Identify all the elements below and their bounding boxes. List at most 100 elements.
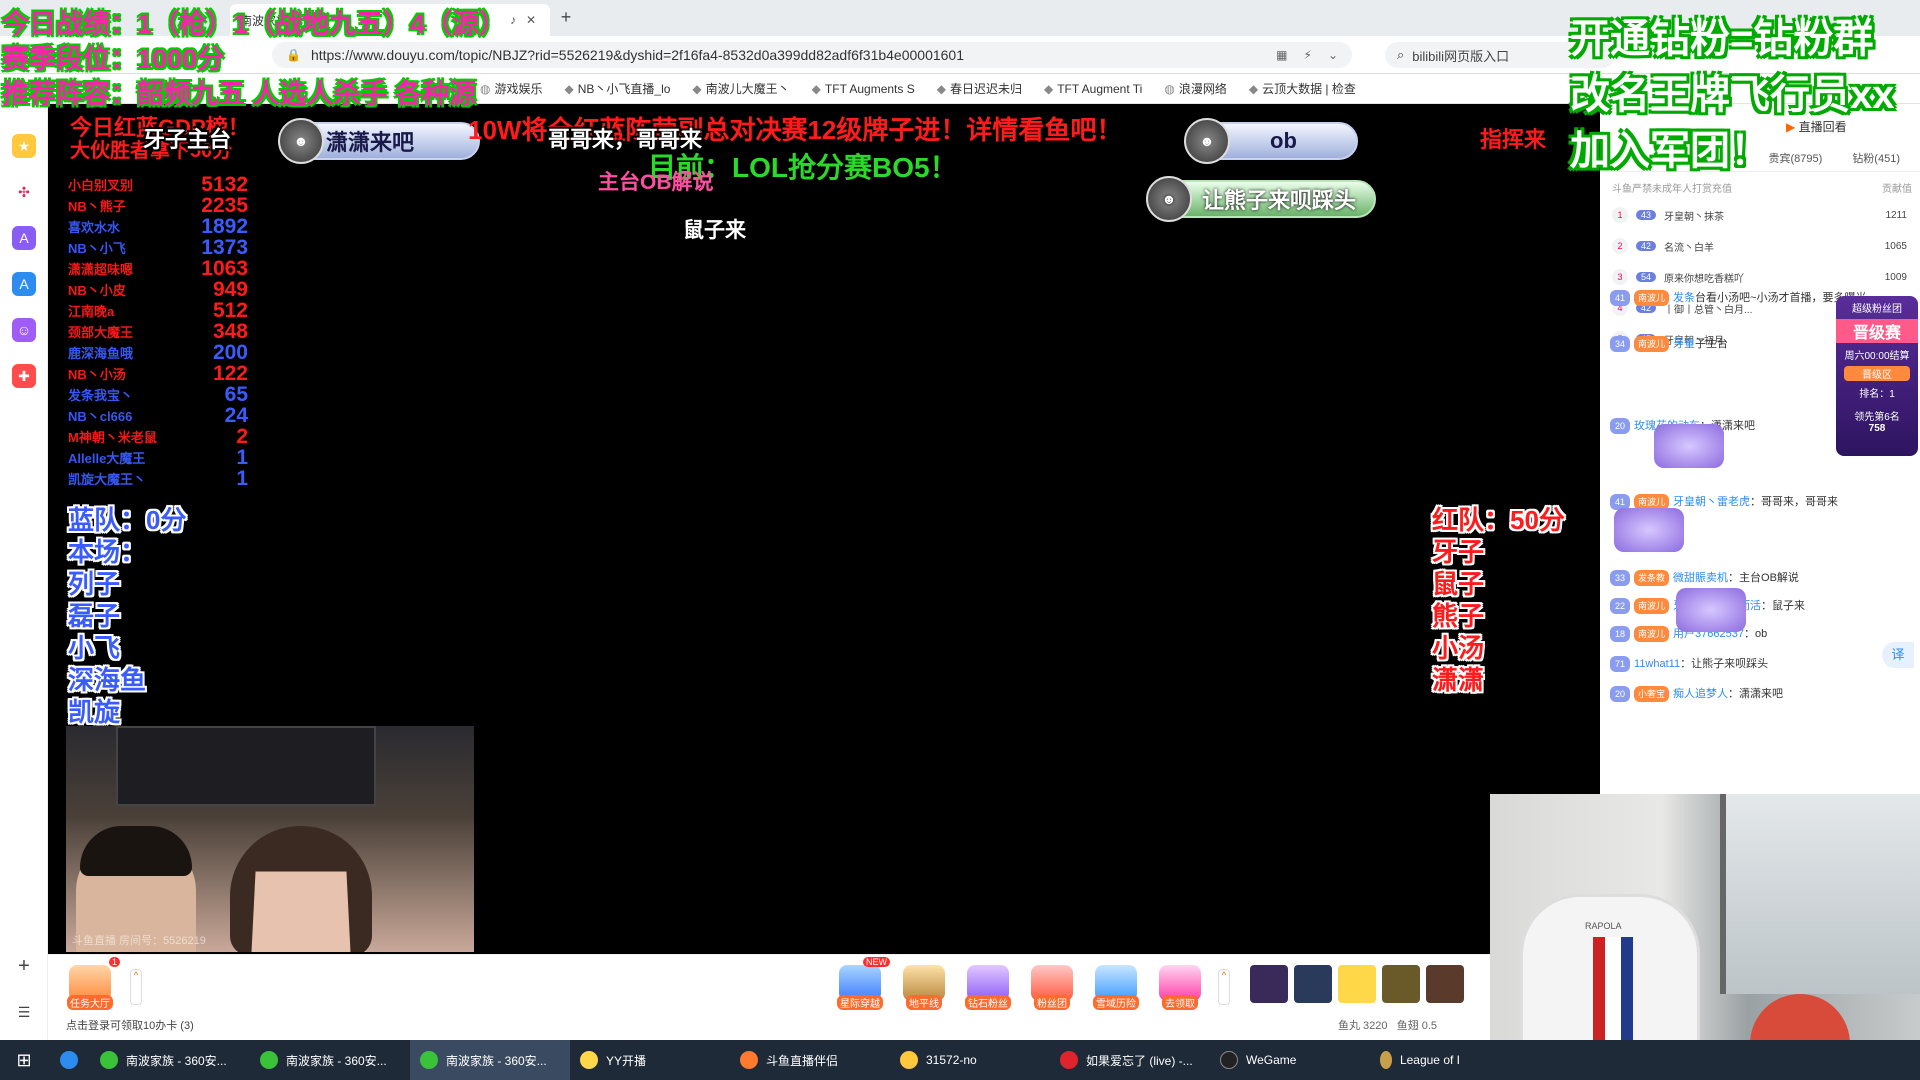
globe-icon: ◍ xyxy=(1164,82,1175,96)
gift-item[interactable]: 星际穿越 NEW xyxy=(834,957,890,1025)
badge-icon[interactable] xyxy=(1382,965,1420,1003)
rank-name: 凯旋大魔王丶 xyxy=(68,472,147,487)
bookmark-item[interactable]: ◍ 浪漫网络 xyxy=(1164,80,1227,97)
douyu-icon xyxy=(740,1051,758,1069)
network-icon[interactable]: ✣ xyxy=(12,180,36,204)
rank-name: 潇潇超味嗯 xyxy=(68,262,134,277)
url-field[interactable]: 🔒 https://www.douyu.com/topic/NBJZ?rid=5… xyxy=(272,42,1352,68)
danmaku-pill: ☻ 潇潇来吧 xyxy=(278,118,480,164)
rank-number: 3 xyxy=(1612,269,1628,285)
close-tab-icon[interactable]: ✕ xyxy=(522,13,540,27)
taskbar-app[interactable]: 31572-no xyxy=(890,1040,1050,1080)
chat-message[interactable]: 33 发条教 微甜賑卖机：主台OB解说 xyxy=(1610,570,1910,586)
chat-message[interactable]: 22南波儿牙皇朝丶为生而活：鼠子来 xyxy=(1610,598,1910,614)
windows-start-icon[interactable]: ⊞ xyxy=(0,1040,48,1080)
message-text: 子主台 xyxy=(1695,338,1729,350)
gift-item[interactable]: 去领取 xyxy=(1154,965,1206,1025)
bookmark-item[interactable]: ◆ TFT Augments S xyxy=(812,82,915,96)
tab-fans[interactable]: 钻粉(451) xyxy=(1852,150,1900,166)
bookmark-item[interactable]: ◆ 云顶大数据 | 检查 xyxy=(1249,80,1356,97)
user-nickname[interactable]: 微甜賑卖机 xyxy=(1673,572,1728,584)
taskbar-app[interactable]: 南波家族 - 360安... xyxy=(410,1040,570,1080)
contributor-row[interactable]: 2 42 名流丶白羊 1065 xyxy=(1612,235,1907,257)
expand-arrow-icon[interactable]: ^ xyxy=(130,969,142,1005)
team-member: 小飞 xyxy=(68,633,121,663)
level-badge: 18 xyxy=(1610,626,1631,642)
team-member: 磊子 xyxy=(68,601,121,631)
user-nickname[interactable]: 牙皇 xyxy=(1673,338,1695,350)
gift-item[interactable]: 钻石粉丝 xyxy=(962,965,1014,1025)
bookmark-item[interactable]: ◆ TFT Augment Ti xyxy=(1044,82,1142,96)
contributor-row[interactable]: 1 43 牙皇朝丶抹茶 1211 xyxy=(1612,204,1907,226)
gamepad-icon[interactable]: ✚ xyxy=(12,364,36,388)
rank-name: M神朝丶米老鼠 xyxy=(68,430,157,445)
bookmark-item[interactable]: ◆ NB丶小飞直播_lo xyxy=(565,80,671,97)
add-icon[interactable]: + xyxy=(12,954,36,978)
lightning-icon[interactable]: ⚡ xyxy=(1304,48,1312,62)
tab-vip[interactable]: 贵宾(8795) xyxy=(1769,150,1823,166)
robot-icon[interactable]: ☺ xyxy=(12,318,36,342)
room-camera: RAPOLA xyxy=(1490,794,1920,1080)
commentary-text: 主台OB解说 xyxy=(598,171,714,194)
taskbar-app[interactable]: WeGame xyxy=(1210,1040,1370,1080)
video-player[interactable]: 今日红蓝GDP榜！ 大伙胜者拿下50分 牙子主台 小白别叉别 5132 NB丶熊子 2… xyxy=(48,104,1600,954)
gift-item[interactable]: 地平线 xyxy=(898,965,950,1025)
translate-button[interactable]: 译 xyxy=(1882,642,1914,668)
qr-icon[interactable]: ▦ xyxy=(1276,48,1287,62)
user-nickname[interactable]: 发条 xyxy=(1673,292,1695,304)
taskbar-app[interactable]: 南波家族 - 360安... xyxy=(90,1040,250,1080)
badge-icon[interactable] xyxy=(1294,965,1332,1003)
badge-icon[interactable] xyxy=(1338,965,1376,1003)
user-nickname[interactable]: 牙皇朝丶雷老虎 xyxy=(1673,496,1750,508)
bookmark-item[interactable]: ◆ 南波儿大魔王丶 xyxy=(692,80,789,97)
replay-link[interactable]: ▶ 直播回看 xyxy=(1786,118,1847,135)
user-nickname[interactable]: 痴人追梦人 xyxy=(1673,688,1728,700)
window-view xyxy=(1720,794,1920,994)
rank-name: 鹿深海鱼哦 xyxy=(68,346,134,361)
contributor-name: 牙皇朝丶抹茶 xyxy=(1664,211,1725,223)
taskbar-app[interactable]: YY开播 xyxy=(570,1040,730,1080)
rank-number: 1 xyxy=(1612,207,1628,223)
rank-name: 小白别叉别 xyxy=(68,178,134,193)
star-icon[interactable]: ★ xyxy=(12,134,36,158)
fan-badge: 南波儿 xyxy=(1634,336,1670,352)
task-hall-button[interactable]: 任务大厅 1 xyxy=(64,957,120,1025)
ai-icon[interactable]: A xyxy=(12,226,36,250)
user-nickname[interactable]: 11what11 xyxy=(1634,658,1680,670)
badge-icon[interactable] xyxy=(1426,965,1464,1003)
avatar: ☻ xyxy=(278,118,324,164)
rank-row: NB丶cl666 24 xyxy=(68,404,248,427)
list-icon[interactable]: ☰ xyxy=(12,1000,36,1024)
ie-icon[interactable] xyxy=(48,1040,90,1080)
gift-item[interactable]: 雪域历险 xyxy=(1090,965,1142,1025)
super-fans-widget[interactable]: 超级粉丝团 晋级赛 周六00:00结算 晋级区 排名：1 领先第6名 758 xyxy=(1836,296,1918,456)
chevron-down-icon[interactable]: ⌄ xyxy=(1328,48,1338,62)
super-fans-title: 超级粉丝团 xyxy=(1852,304,1902,315)
ai-assistant-icon[interactable]: A xyxy=(12,272,36,296)
bookmark-item[interactable]: ◆ 春日迟迟未归 xyxy=(937,80,1022,97)
chat-message[interactable]: 20 小奢宝 痴人追梦人：潇潇来吧 xyxy=(1610,686,1910,702)
rank-row: Allelle大魔王 1 xyxy=(68,446,248,469)
rank-row: NB丶小皮 949 xyxy=(68,278,248,301)
new-tab-button[interactable]: + xyxy=(555,6,577,28)
login-tip[interactable]: 点击登录可领取10办卡 (3) xyxy=(66,1017,194,1033)
taskbar-app[interactable]: 斗鱼直播伴侣 xyxy=(730,1040,890,1080)
taskbar-app[interactable]: 南波家族 - 360安... xyxy=(250,1040,410,1080)
mute-icon[interactable]: ♪ xyxy=(504,13,522,27)
badge-icon[interactable] xyxy=(1250,965,1288,1003)
taskbar-app[interactable]: 如果爱忘了 (live) -... xyxy=(1050,1040,1210,1080)
host-label: 牙子主台 xyxy=(143,127,232,152)
gift-item[interactable]: 粉丝团 xyxy=(1026,965,1078,1025)
search-placeholder: bilibili网页版入口 xyxy=(1412,48,1510,64)
taskbar-app[interactable]: League of I xyxy=(1370,1040,1470,1080)
chat-message[interactable]: 71 11what11：让熊子来呗踩头 xyxy=(1610,656,1910,672)
rank-score: 1 xyxy=(236,466,248,490)
expand-arrow-icon[interactable]: ^ xyxy=(1218,969,1230,1005)
browser-360-icon xyxy=(100,1051,118,1069)
contributor-row[interactable]: 3 54 原来你想吃香糕吖 1009 xyxy=(1612,266,1907,288)
video-icon: ▶ xyxy=(1786,120,1799,134)
rank-row: M神朝丶米老鼠 2 xyxy=(68,425,248,448)
team-member: 潇潇 xyxy=(1432,665,1485,695)
bookmark-item[interactable]: ◍ 游戏娱乐 xyxy=(480,80,543,97)
chat-message[interactable]: 18 南波儿 用户37662537：ob xyxy=(1610,626,1910,642)
